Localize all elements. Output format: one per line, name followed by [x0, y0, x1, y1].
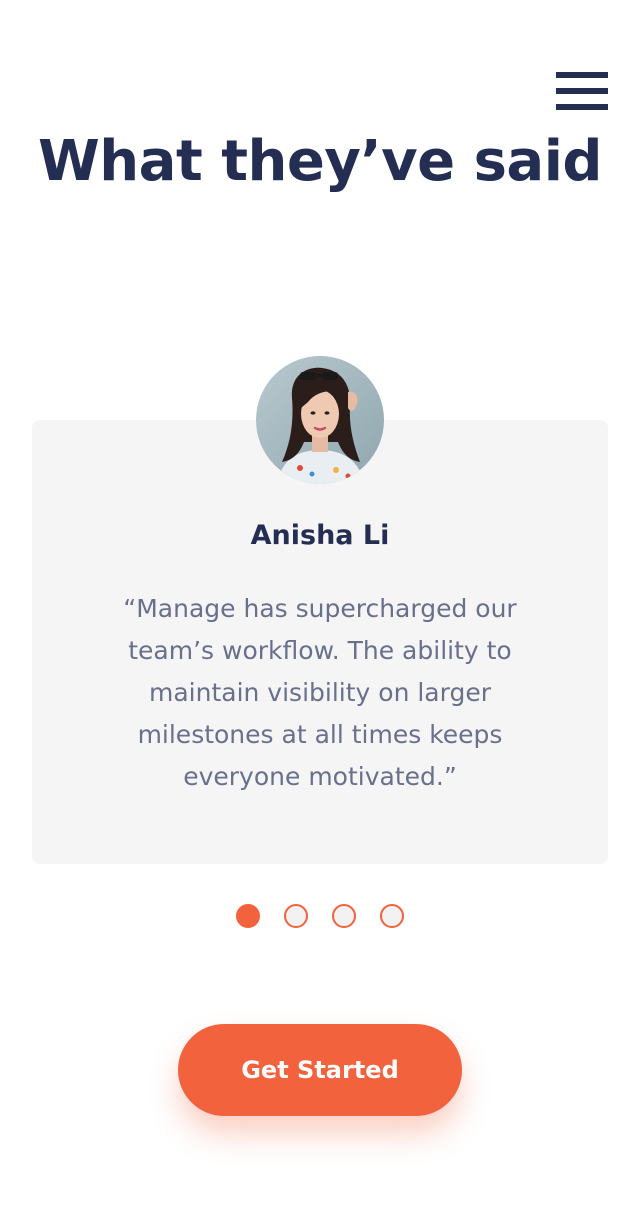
carousel-dot-3[interactable] — [332, 904, 356, 928]
carousel-dots — [236, 904, 404, 928]
hamburger-menu-icon[interactable] — [556, 72, 608, 110]
testimonial-card: Anisha Li “Manage has supercharged our t… — [32, 420, 608, 864]
section-title: What they’ve said — [38, 129, 602, 194]
carousel-dot-2[interactable] — [284, 904, 308, 928]
author-name: Anisha Li — [250, 520, 390, 551]
menu-bar — [556, 104, 608, 110]
carousel-dot-1[interactable] — [236, 904, 260, 928]
testimonial-quote: “Manage has supercharged our team’s work… — [123, 594, 517, 791]
author-avatar — [256, 356, 384, 484]
menu-bar — [556, 72, 608, 78]
carousel-dot-4[interactable] — [380, 904, 404, 928]
get-started-button[interactable]: Get Started — [178, 1024, 462, 1116]
menu-bar — [556, 88, 608, 94]
